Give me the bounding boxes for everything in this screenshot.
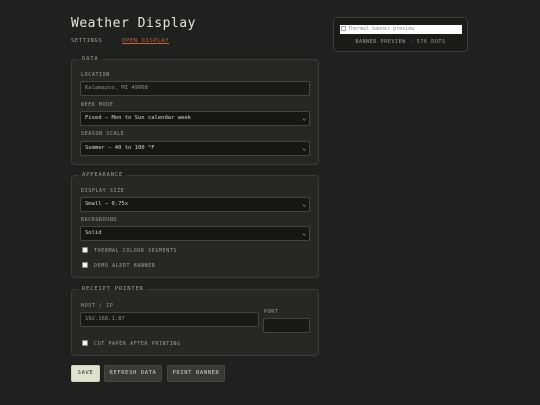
data-section-legend: DATA <box>82 56 99 62</box>
thermal-colour-checkbox[interactable] <box>82 247 88 253</box>
banner-preview-caption: BANNER PREVIEW · 576 DOTS <box>334 39 467 45</box>
banner-preview-image: Thermal banner preview <box>340 25 462 34</box>
chevron-down-icon: ⌄ <box>302 145 306 152</box>
demo-alert-checkbox[interactable] <box>82 262 88 268</box>
open-display-link[interactable]: OPEN DISPLAY <box>122 38 169 44</box>
chevron-down-icon: ⌄ <box>302 115 306 122</box>
thermal-colour-label: THERMAL COLOUR SEGMENTS <box>94 248 178 254</box>
background-select[interactable]: Solid ⌄ <box>80 226 310 241</box>
banner-preview-caption-sep: · <box>409 39 414 45</box>
broken-image-icon <box>341 26 346 31</box>
season-scale-select[interactable]: Summer — 40 to 100 °F ⌄ <box>80 141 310 156</box>
week-mode-label: WEEK MODE <box>81 102 114 108</box>
cut-paper-label: CUT PAPER AFTER PRINTING <box>94 341 181 347</box>
season-scale-label: SEASON SCALE <box>81 131 125 137</box>
breadcrumb-settings: SETTINGS <box>71 38 103 44</box>
week-mode-value: Fixed — Mon to Sun calendar week <box>85 115 191 121</box>
page-title: Weather Display <box>71 16 196 31</box>
demo-alert-label: DEMO ALERT BANNER <box>94 263 156 269</box>
location-input[interactable]: Kalamazoo, MI 49008 <box>80 81 310 96</box>
save-button[interactable]: SAVE <box>71 365 100 382</box>
display-size-label: DISPLAY SIZE <box>81 188 125 194</box>
receipt-printer-legend: RECEIPT PRINTER <box>82 286 144 292</box>
breadcrumb: SETTINGS · OPEN DISPLAY <box>71 38 169 44</box>
chevron-down-icon: ⌄ <box>302 230 306 237</box>
cut-paper-checkbox[interactable] <box>82 340 88 346</box>
display-size-select[interactable]: Small — 0.75x ⌄ <box>80 197 310 212</box>
banner-preview-caption-left: BANNER PREVIEW <box>355 39 406 45</box>
background-value: Solid <box>85 230 102 236</box>
banner-preview-panel: Thermal banner preview BANNER PREVIEW · … <box>333 17 468 52</box>
host-input[interactable]: 192.168.1.87 <box>80 312 259 327</box>
port-input[interactable] <box>263 318 310 333</box>
appearance-section-legend: APPEARANCE <box>82 172 124 178</box>
display-size-value: Small — 0.75x <box>85 201 129 207</box>
week-mode-select[interactable]: Fixed — Mon to Sun calendar week ⌄ <box>80 111 310 126</box>
banner-preview-alt: Thermal banner preview <box>348 26 415 32</box>
banner-preview-caption-right: 576 DOTS <box>416 39 446 45</box>
print-banner-button[interactable]: PRINT BANNER <box>167 365 225 382</box>
chevron-down-icon: ⌄ <box>302 201 306 208</box>
background-label: BACKGROUND <box>81 217 118 223</box>
host-label: HOST / IP <box>81 303 114 309</box>
location-label: LOCATION <box>81 72 110 78</box>
refresh-data-button[interactable]: REFRESH DATA <box>104 365 162 382</box>
port-label: PORT <box>264 309 279 315</box>
season-scale-value: Summer — 40 to 100 °F <box>85 145 155 151</box>
breadcrumb-separator: · <box>110 38 115 44</box>
